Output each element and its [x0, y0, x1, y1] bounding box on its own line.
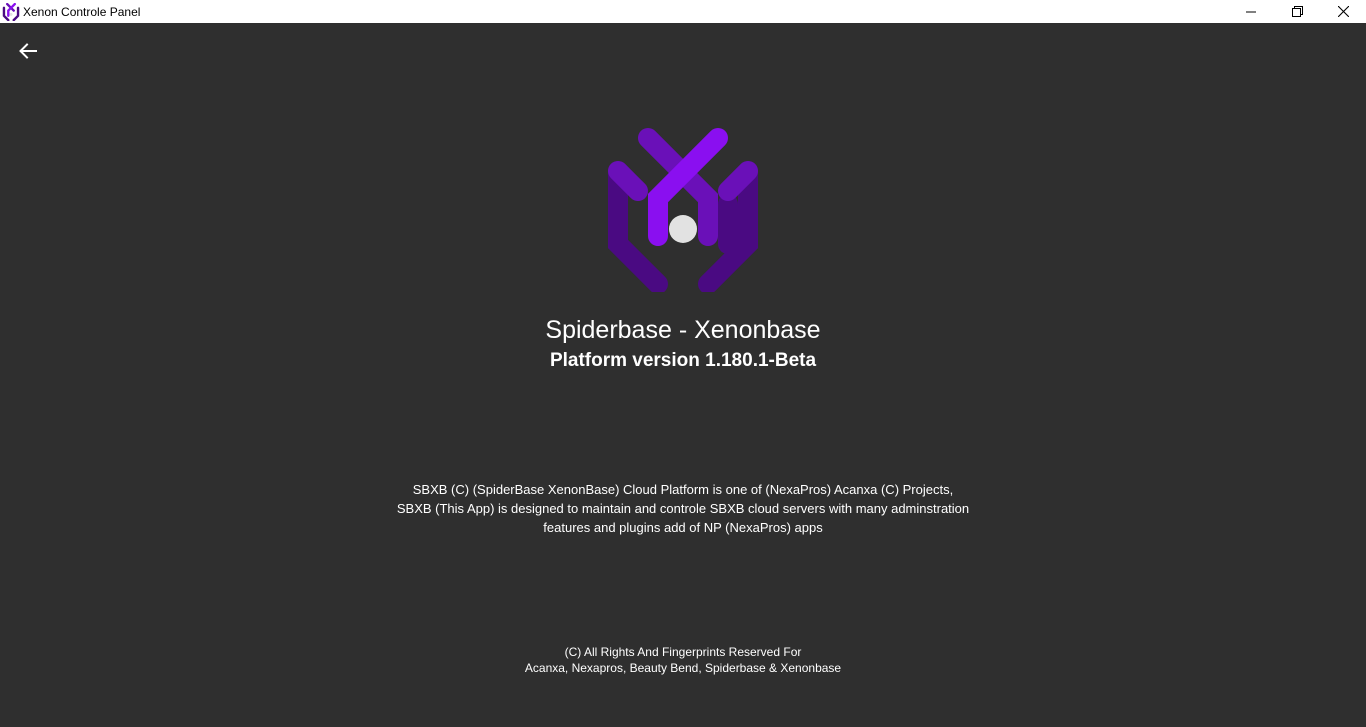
minimize-icon [1246, 11, 1256, 12]
description-line: SBXB (C) (SpiderBase XenonBase) Cloud Pl… [412, 482, 954, 497]
close-icon [1337, 6, 1349, 17]
minimize-button[interactable] [1228, 0, 1274, 23]
app-name: Spiderbase - Xenonbase [545, 316, 821, 344]
title-bar: Xenon Controle Panel [0, 0, 1366, 23]
platform-version: Platform version 1.180.1-Beta [549, 350, 817, 371]
window-title: Xenon Controle Panel [23, 4, 141, 19]
back-button[interactable] [14, 38, 42, 64]
restore-button[interactable] [1274, 0, 1320, 23]
copyright-line: (C) All Rights And Fingerprints Reserved… [564, 645, 802, 659]
spiderbase-logo-icon [2, 2, 20, 21]
window-controls [1228, 0, 1366, 23]
back-arrow-icon [19, 43, 37, 59]
app-description: SBXB (C) (SpiderBase XenonBase) Cloud Pl… [383, 480, 983, 537]
about-page: Spiderbase - Xenonbase Platform version … [0, 23, 1366, 727]
spiderbase-logo [608, 128, 758, 292]
restore-icon [1291, 6, 1303, 17]
close-button[interactable] [1320, 0, 1366, 23]
copyright-line: Acanxa, Nexapros, Beauty Bend, Spiderbas… [524, 661, 842, 675]
copyright-notice: (C) All Rights And Fingerprints Reserved… [0, 644, 1366, 676]
description-line: SBXB (This App) is designed to maintain … [396, 501, 970, 516]
description-line: features and plugins add of NP (NexaPros… [543, 520, 823, 535]
